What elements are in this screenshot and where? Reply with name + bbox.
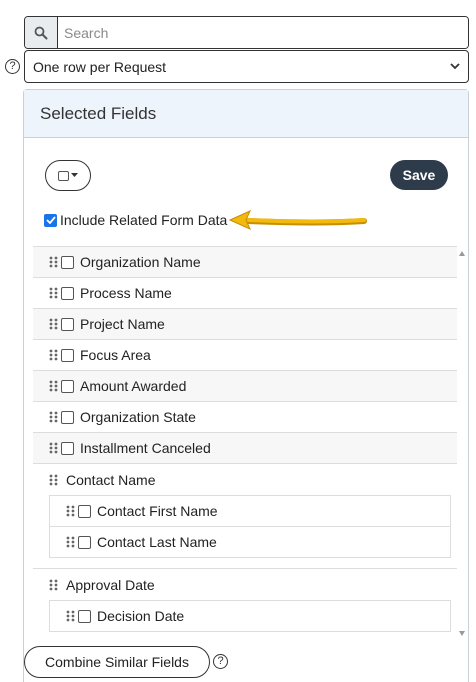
fields-scrollbar[interactable] [457,246,468,641]
scroll-up-icon[interactable] [459,251,465,256]
selected-fields-panel: Selected Fields Save Include Related For… [23,89,469,682]
include-label: Include Related Form Data [60,212,228,228]
field-row[interactable]: Installment Canceled [33,433,457,464]
field-checkbox[interactable] [78,535,91,549]
group-header[interactable]: Approval Date [33,569,457,600]
field-label: Organization Name [80,254,201,270]
group-children: Contact First Name Contact Last Name [49,495,451,558]
field-row[interactable]: Process Name [33,278,457,309]
field-checkbox[interactable] [78,609,91,623]
field-row[interactable]: Organization State [33,402,457,433]
field-row[interactable]: Amount Awarded [33,371,457,402]
caret-down-icon [71,173,78,177]
drag-handle-icon[interactable] [49,579,58,591]
field-row[interactable]: Decision Date [50,601,450,632]
field-group-contact-name: Contact Name Contact First Name Contact … [33,464,457,569]
field-label: Process Name [80,285,172,301]
group-header[interactable]: Contact Name [33,464,457,495]
drag-handle-icon[interactable] [49,287,58,299]
field-row[interactable]: Organization Name [33,247,457,278]
chevron-down-icon [450,63,460,70]
field-row[interactable]: Contact Last Name [50,527,450,558]
combine-similar-fields-button[interactable]: Combine Similar Fields [24,646,210,678]
field-row[interactable]: Contact First Name [50,496,450,527]
field-label: Contact First Name [97,503,218,519]
field-checkbox[interactable] [61,317,74,331]
drag-handle-icon[interactable] [66,610,75,622]
drag-handle-icon[interactable] [49,442,58,454]
field-checkbox[interactable] [61,441,74,455]
group-children: Decision Date [49,600,451,632]
help-icon[interactable]: ? [5,59,20,74]
help-icon[interactable]: ? [213,654,228,669]
arrow-annotation-icon [228,210,367,230]
field-checkbox[interactable] [78,504,91,518]
drag-handle-icon[interactable] [49,411,58,423]
include-related-form-data[interactable]: Include Related Form Data [44,212,227,228]
drag-handle-icon[interactable] [49,318,58,330]
field-row[interactable]: Project Name [33,309,457,340]
field-label: Installment Canceled [80,440,211,456]
checkbox-icon [58,170,69,181]
drag-handle-icon[interactable] [49,474,58,486]
field-row[interactable]: Focus Area [33,340,457,371]
panel-title: Selected Fields [24,90,468,138]
drag-handle-icon[interactable] [66,505,75,517]
field-checkbox[interactable] [61,286,74,300]
field-checkbox[interactable] [61,348,74,362]
group-label: Approval Date [66,576,155,593]
search-icon [34,26,48,39]
checkmark-icon [45,216,56,224]
drag-handle-icon[interactable] [66,536,75,548]
field-label: Decision Date [97,608,185,624]
field-label: Amount Awarded [80,378,187,394]
search-bar [24,16,469,49]
group-label: Contact Name [66,471,156,488]
drag-handle-icon[interactable] [49,349,58,361]
row-mode-value: One row per Request [33,58,167,75]
field-checkbox[interactable] [61,379,74,393]
field-label: Focus Area [80,347,151,363]
field-label: Project Name [80,316,165,332]
select-all-dropdown-button[interactable] [45,160,91,191]
scroll-down-icon[interactable] [459,631,465,636]
drag-handle-icon[interactable] [49,380,58,392]
field-group-approval-date: Approval Date Decision Date [33,569,457,641]
save-button[interactable]: Save [390,160,448,190]
drag-handle-icon[interactable] [49,256,58,268]
fields-list: Organization Name Process Name Project N… [33,246,457,641]
field-label: Contact Last Name [97,534,217,550]
row-mode-select[interactable]: One row per Request [24,50,469,83]
include-checkbox[interactable] [44,213,57,227]
field-checkbox[interactable] [61,255,74,269]
search-button[interactable] [25,17,58,48]
search-input[interactable] [58,17,468,48]
field-label: Organization State [80,409,196,425]
field-checkbox[interactable] [61,410,74,424]
